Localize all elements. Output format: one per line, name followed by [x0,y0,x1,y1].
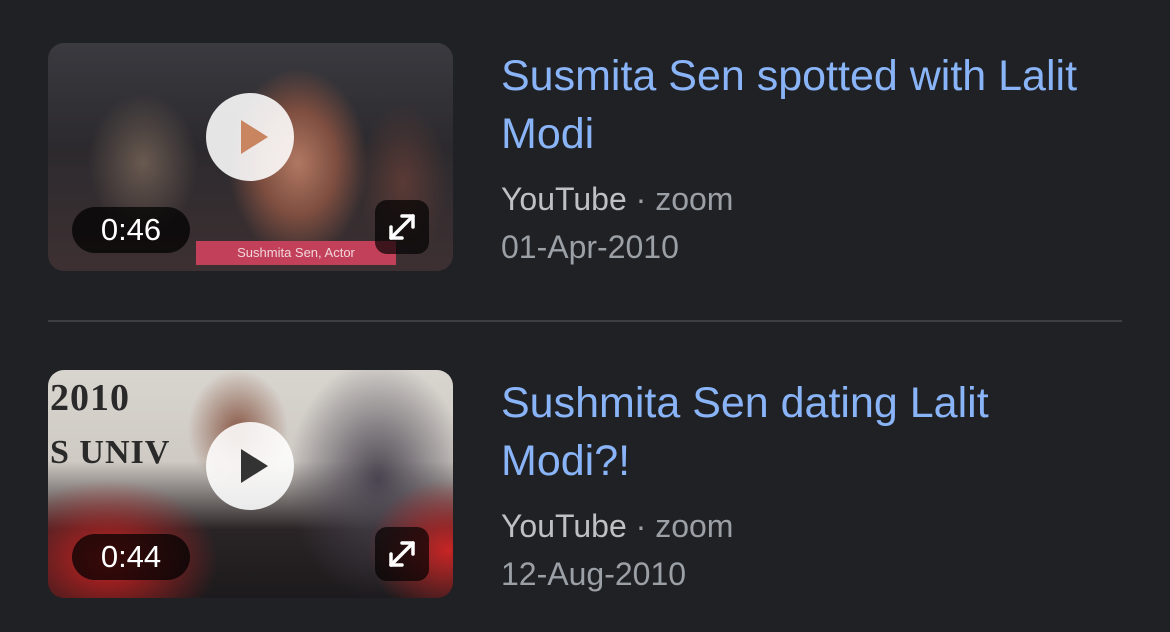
result-title-link[interactable]: Sushmita Sen dating Lalit Modi?! [501,374,1101,490]
result-date: 01-Apr-2010 [501,229,679,265]
expand-icon[interactable] [375,200,429,254]
results-divider [48,320,1122,322]
result-source: YouTube [501,181,627,217]
result-source: YouTube [501,508,627,544]
result-meta: YouTube · zoom [501,179,733,219]
duration-badge: 0:46 [72,207,190,253]
result-channel: zoom [655,508,734,544]
meta-separator: · [635,508,647,544]
result-date: 12-Aug-2010 [501,556,687,592]
duration-badge: 0:44 [72,534,190,580]
expand-icon[interactable] [375,527,429,581]
video-result[interactable]: Sushmita Sen, Actor 0:46 Susmita Sen spo… [48,43,1122,273]
video-thumbnail[interactable]: Sushmita Sen, Actor 0:46 [48,43,453,271]
result-title-link[interactable]: Susmita Sen spotted with Lalit Modi [501,47,1101,163]
thumbnail-backdrop-text: S UNIV [50,434,171,471]
thumbnail-backdrop-text: 2010 [50,377,130,419]
meta-separator: · [635,181,647,217]
play-icon[interactable] [206,422,294,510]
thumbnail-caption: Sushmita Sen, Actor [196,241,396,265]
result-channel: zoom [655,181,734,217]
video-thumbnail[interactable]: 2010 S UNIV 0:44 [48,370,453,598]
video-result[interactable]: 2010 S UNIV 0:44 Sushmita Sen dating Lal… [48,370,1122,600]
play-icon[interactable] [206,93,294,181]
result-meta: YouTube · zoom [501,506,733,546]
